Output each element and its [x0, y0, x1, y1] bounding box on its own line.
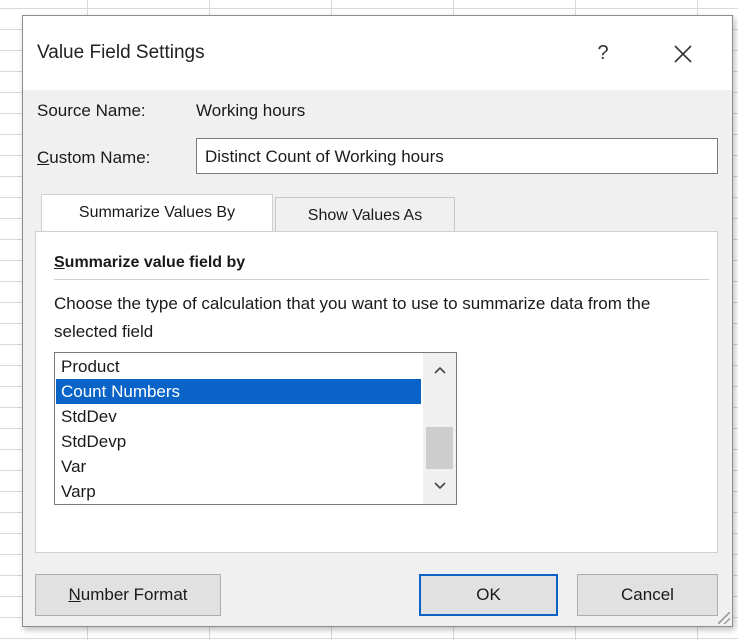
chevron-down-icon	[433, 482, 446, 490]
group-title-accesskey: S	[54, 254, 65, 271]
list-item-stddevp[interactable]: StdDevp	[56, 429, 421, 454]
number-format-button[interactable]: Number Format	[35, 574, 221, 616]
source-name-label: Source Name:	[37, 101, 146, 120]
description-text: Choose the type of calculation that you …	[54, 294, 651, 341]
number-format-accesskey: N	[68, 585, 81, 604]
tab-show-values-as[interactable]: Show Values As	[275, 197, 455, 234]
tab-summarize-values-by[interactable]: Summarize Values By	[41, 194, 273, 231]
cancel-button[interactable]: Cancel	[577, 574, 718, 616]
title-bar: Value Field Settings ?	[23, 16, 732, 90]
scroll-up-button[interactable]	[423, 357, 456, 383]
custom-name-label: Custom Name:	[37, 148, 150, 168]
summarize-panel: Summarize value field by Choose the type…	[35, 231, 718, 553]
dialog-title: Value Field Settings	[37, 42, 205, 63]
source-name-value: Working hours	[196, 101, 306, 120]
ok-button[interactable]: OK	[419, 574, 558, 616]
close-icon	[674, 45, 692, 63]
value-field-settings-dialog: Value Field Settings ? Source Name: Work…	[22, 15, 733, 627]
number-format-label: umber Format	[80, 585, 188, 604]
chevron-up-icon	[433, 366, 446, 374]
help-button[interactable]: ?	[583, 36, 623, 70]
list-item-stddev[interactable]: StdDev	[56, 404, 421, 429]
list-scrollbar[interactable]	[423, 353, 456, 504]
calculation-listbox[interactable]: Product Count Numbers StdDev StdDevp Var…	[54, 352, 457, 505]
close-button[interactable]	[663, 34, 703, 70]
scroll-thumb[interactable]	[426, 427, 453, 469]
group-divider	[54, 279, 709, 280]
list-item-product[interactable]: Product	[56, 354, 421, 379]
resize-grip-icon[interactable]	[718, 612, 730, 624]
scroll-down-button[interactable]	[423, 473, 456, 499]
list-item-varp[interactable]: Varp	[56, 479, 421, 504]
list-item-var[interactable]: Var	[56, 454, 421, 479]
custom-name-accesskey: C	[37, 148, 50, 167]
custom-name-label-text: ustom Name:	[49, 148, 151, 167]
list-item-count-numbers[interactable]: Count Numbers	[56, 379, 421, 404]
group-title-text: ummarize value field by	[64, 254, 246, 271]
custom-name-input[interactable]: Distinct Count of Working hours	[196, 138, 718, 174]
group-title: Summarize value field by	[54, 254, 245, 272]
